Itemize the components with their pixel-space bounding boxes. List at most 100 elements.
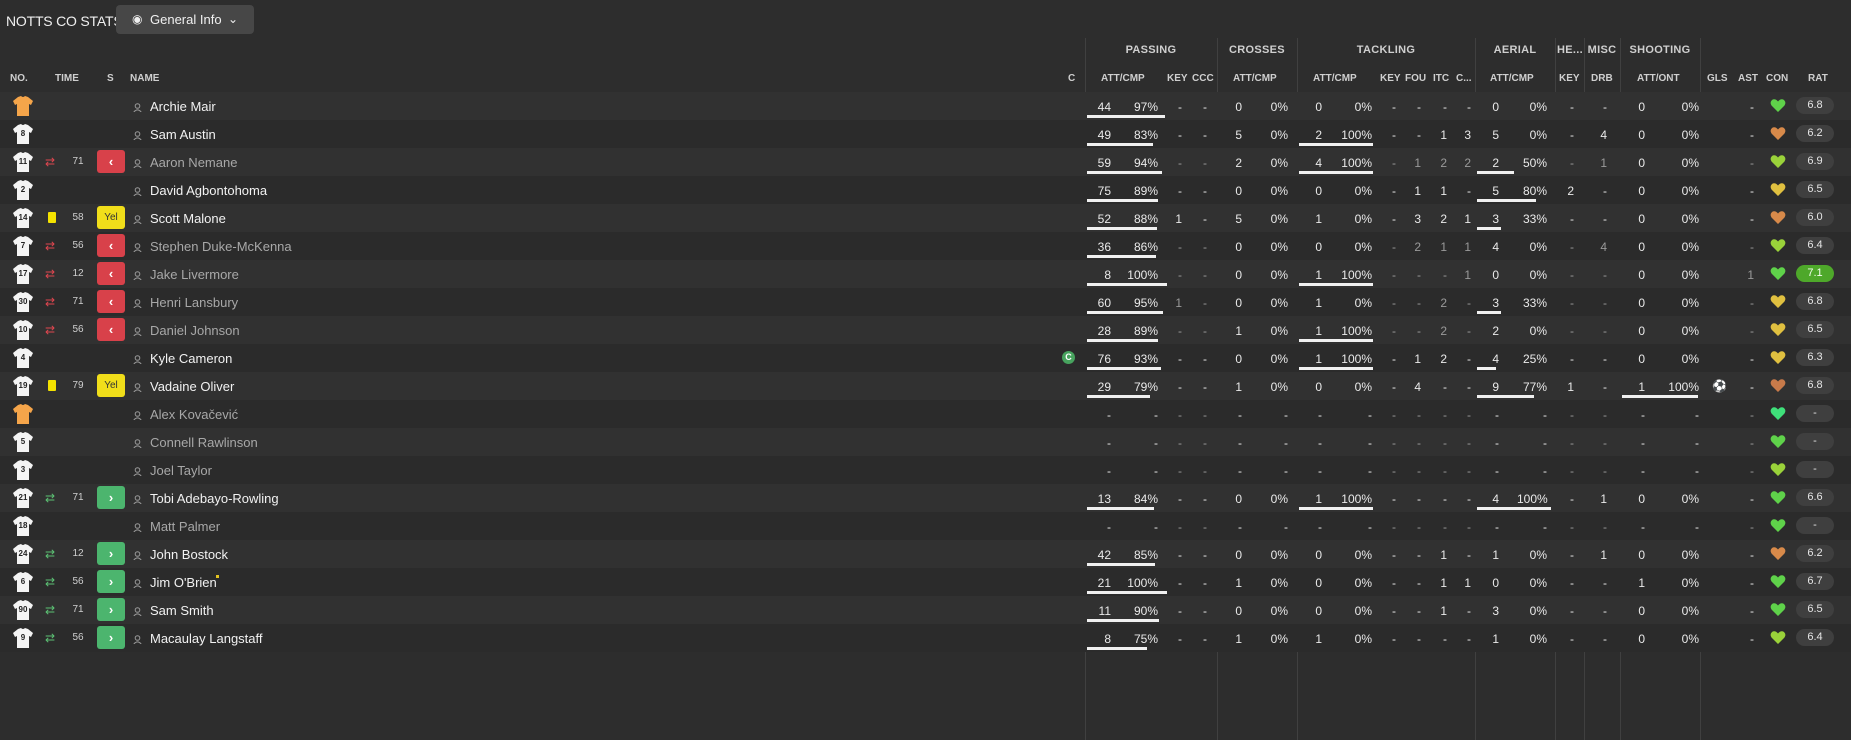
table-row[interactable]: 3 Joel Taylor - - - - - - - - - - - - - - - - - - - - — [0, 456, 1851, 484]
col-header-pass-ccc[interactable]: CCC — [1192, 73, 1214, 84]
player-name[interactable]: Sam Austin — [150, 127, 216, 142]
time-value: 12 — [72, 268, 84, 279]
player-name[interactable]: John Bostock — [150, 547, 228, 562]
stat-tp: 0% — [1354, 212, 1372, 226]
table-row[interactable]: 8 Sam Austin 49 83% - - 5 0% 2 100% - - 1 3 5 0% - 4 0 0% - 6… — [0, 120, 1851, 148]
col-header-header-key[interactable]: KEY — [1559, 73, 1580, 84]
col-header-shoot-att-ont[interactable]: ATT/ONT — [1637, 73, 1680, 84]
table-row[interactable]: 7 ⇄ 56 ‹ Stephen Duke-McKenna 36 86% - - 0 0% 0 0% - 2… — [0, 232, 1851, 260]
player-name[interactable]: Henri Lansbury — [150, 295, 238, 310]
yellow-card-badge[interactable]: Yel — [97, 206, 125, 229]
substituted-on-badge[interactable]: › — [97, 570, 125, 593]
player-name[interactable]: David Agbontohoma — [150, 183, 267, 198]
table-row[interactable]: Archie Mair 44 97% - - 0 0% 0 0% - - - - 0 0% - - 0 0% - 6.8 — [0, 92, 1851, 120]
stat-hk: 2 — [1567, 184, 1574, 198]
player-name[interactable]: Aaron Nemane — [150, 155, 237, 170]
stat-md: - — [1603, 576, 1607, 590]
col-header-s[interactable]: S — [107, 73, 114, 84]
col-header-c[interactable]: C — [1068, 73, 1075, 84]
player-name[interactable]: Jake Livermore — [150, 267, 239, 282]
table-row[interactable]: 21 ⇄ 71 › Tobi Adebayo-Rowling 13 84% - -0 0% 1 100… — [0, 484, 1851, 512]
substituted-off-badge[interactable]: ‹ — [97, 150, 125, 173]
stat-sp: 0% — [1681, 352, 1699, 366]
substituted-on-badge[interactable]: › — [97, 598, 125, 621]
col-header-tackle-c[interactable]: C... — [1456, 73, 1472, 84]
col-header-no[interactable]: NO. — [10, 73, 28, 84]
col-header-misc-drb[interactable]: DRB — [1591, 73, 1613, 84]
condition-heart-icon — [1770, 126, 1786, 141]
player-name[interactable]: Archie Mair — [150, 99, 216, 114]
stat-ta: - — [1318, 408, 1322, 422]
player-name[interactable]: Daniel Johnson — [150, 323, 240, 338]
table-row[interactable]: 5 Connell Rawlinson - - - - - - - - - - - - - - - - - - - - — [0, 428, 1851, 456]
player-name[interactable]: Joel Taylor — [150, 463, 212, 478]
player-name[interactable]: Matt Palmer — [150, 519, 220, 534]
table-row[interactable]: 17 ⇄ 12 ‹ Jake Livermore 8 100% - -0 0% 1 100% - - -1 0… — [0, 260, 1851, 288]
table-row[interactable]: 14 58 Yel Scott Malone 52 88% 1 - 5 0% 1 0% - 3 2 1 3 33%… — [0, 204, 1851, 232]
table-row[interactable]: 19 79 Yel Vadaine Oliver 29 79% - - 1 0% 0 0% - 4 - - 9 7… — [0, 372, 1851, 400]
col-header-aerial-att-cmp[interactable]: ATT/CMP — [1490, 73, 1534, 84]
substituted-off-badge[interactable]: ‹ — [97, 262, 125, 285]
substituted-off-badge[interactable]: ‹ — [97, 290, 125, 313]
table-row[interactable]: 2 David Agbontohoma 75 89% - - 0 0% 0 0% - 1 1 - 5 80% 2… — [0, 176, 1851, 204]
table-row[interactable]: 9 ⇄ 56 › Macaulay Langstaff 8 75% - - 1 0% 1 0% - - - - 1… — [0, 624, 1851, 652]
table-row[interactable]: 24 ⇄ 12 › John Bostock 42 85% - - 0 0% 0 0% - - 1 - 1 0% - 1… — [0, 540, 1851, 568]
stat-sp: 0% — [1681, 240, 1699, 254]
player-name[interactable]: Sam Smith — [150, 603, 214, 618]
player-name[interactable]: Scott Malone — [150, 211, 226, 226]
stat-ti: - — [1443, 100, 1447, 114]
col-header-cross-att-cmp[interactable]: ATT/CMP — [1233, 73, 1277, 84]
stat-pa: - — [1107, 408, 1111, 422]
col-header-pass-key[interactable]: KEY — [1167, 73, 1188, 84]
stat-tk: - — [1392, 268, 1396, 282]
col-header-tackle-att-cmp[interactable]: ATT/CMP — [1313, 73, 1357, 84]
stat-ast: - — [1750, 128, 1754, 142]
table-row[interactable]: 6 ⇄ 56 › Jim O'Brien 21 100% - -1 0% 0 0% - -1 1 0 0% - -1… — [0, 568, 1851, 596]
col-header-pass-att-cmp[interactable]: ATT/CMP — [1101, 73, 1145, 84]
player-name[interactable]: Connell Rawlinson — [150, 435, 258, 450]
table-row[interactable]: 4 Kyle Cameron C 76 93% - - 0 0% 1 100% - 1 2 - 4 25% - - 0… — [0, 344, 1851, 372]
player-name[interactable]: Macaulay Langstaff — [150, 631, 263, 646]
col-header-gls[interactable]: GLS — [1707, 73, 1728, 84]
col-header-rat[interactable]: RAT — [1808, 73, 1828, 84]
table-row[interactable]: 18 Matt Palmer - - - - - - - - - - - - - - - - - - - - — [0, 512, 1851, 540]
substituted-on-badge[interactable]: › — [97, 486, 125, 509]
col-header-con[interactable]: CON — [1766, 73, 1788, 84]
col-header-time[interactable]: TIME — [55, 73, 79, 84]
table-row[interactable]: 30 ⇄ 71 ‹ Henri Lansbury 60 95% 1 - 0 0% 1 0% - - 2 - 3 33… — [0, 288, 1851, 316]
substituted-on-badge[interactable]: › — [97, 542, 125, 565]
player-name[interactable]: Stephen Duke-McKenna — [150, 239, 292, 254]
stat-tk: - — [1392, 212, 1396, 226]
col-header-name[interactable]: NAME — [130, 73, 159, 84]
stat-tp: 100% — [1341, 352, 1372, 366]
player-name[interactable]: Tobi Adebayo-Rowling — [150, 491, 279, 506]
stat-ast: - — [1750, 464, 1754, 478]
view-selector-button[interactable]: ◉ General Info ⌄ — [116, 5, 254, 34]
stat-md: - — [1603, 520, 1607, 534]
yellow-card-icon — [48, 212, 56, 223]
stat-ca: 0 — [1235, 184, 1242, 198]
substituted-off-badge[interactable]: ‹ — [97, 234, 125, 257]
sub-off-icon: ⇄ — [45, 295, 56, 309]
substituted-off-badge[interactable]: ‹ — [97, 318, 125, 341]
table-row[interactable]: 90 ⇄ 71 › Sam Smith 11 90% - - 0 0% 0 0% - - 1 - 3 0% - - 0 0%… — [0, 596, 1851, 624]
table-row[interactable]: Alex Kovačević - - - - - - - - - - - - - - - - - - - - — [0, 400, 1851, 428]
col-header-tackle-fou[interactable]: FOU — [1405, 73, 1426, 84]
substituted-on-badge[interactable]: › — [97, 626, 125, 649]
stat-pa: 13 — [1097, 492, 1111, 506]
player-name[interactable]: Kyle Cameron — [150, 351, 232, 366]
stat-ca: 0 — [1235, 268, 1242, 282]
yellow-card-badge[interactable]: Yel — [97, 374, 125, 397]
stat-bar — [1087, 255, 1156, 258]
col-header-ast[interactable]: AST — [1738, 73, 1758, 84]
col-header-tackle-itc[interactable]: ITC — [1433, 73, 1449, 84]
player-name[interactable]: Jim O'Brien — [150, 575, 217, 590]
table-row[interactable]: 11 ⇄ 71 ‹ Aaron Nemane 59 94% - -2 0% 4 100% -1 2 2 2 50… — [0, 148, 1851, 176]
player-name[interactable]: Alex Kovačević — [150, 407, 238, 422]
stat-aa: - — [1495, 464, 1499, 478]
stat-ti: 1 — [1440, 548, 1447, 562]
table-row[interactable]: 10 ⇄ 56 ‹ Daniel Johnson 28 89% - - 1 0% 1 100% - - 2 - 2… — [0, 316, 1851, 344]
col-header-tackle-key[interactable]: KEY — [1380, 73, 1401, 84]
stat-bar — [1087, 283, 1167, 286]
player-name[interactable]: Vadaine Oliver — [150, 379, 234, 394]
